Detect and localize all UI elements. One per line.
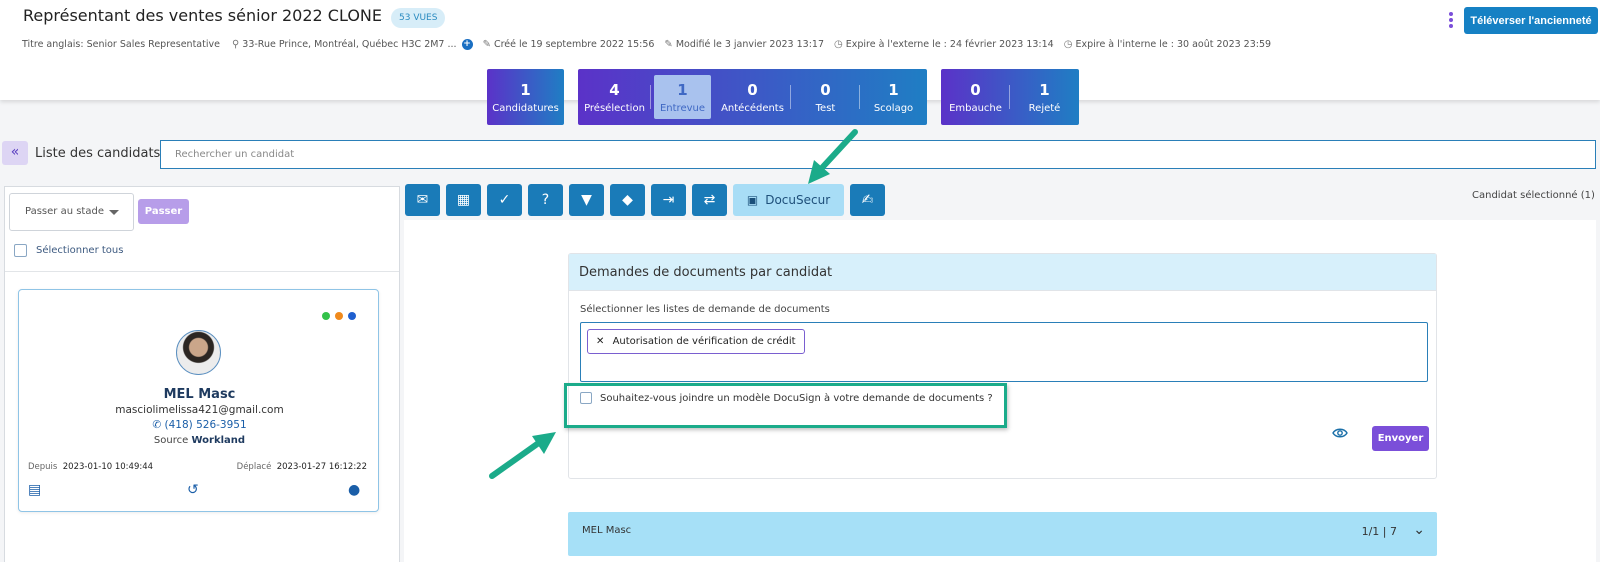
candidate-accordion-bar[interactable]: MEL Masc 1/1 | 7 ⌄ — [568, 512, 1437, 556]
candidate-card[interactable]: MEL Masc masciolimelissa421@gmail.com ✆ … — [18, 289, 379, 512]
envelope-icon[interactable]: ✉ — [405, 184, 440, 216]
send-button[interactable]: Envoyer — [1372, 426, 1429, 451]
eye-icon[interactable] — [1332, 425, 1348, 441]
stage-rejete[interactable]: 1 Rejeté — [1010, 69, 1079, 125]
candidate-phone[interactable]: ✆ (418) 526-3951 — [19, 419, 380, 431]
sign-out-icon[interactable]: ⇥ — [651, 184, 686, 216]
candidate-since: Depuis 2023-01-10 10:49:44 — [28, 462, 154, 472]
pencil-icon: ✎ — [482, 39, 491, 50]
annotation-arrow-icon — [489, 432, 556, 479]
docusecur-button[interactable]: ▣ DocuSecur — [733, 184, 844, 216]
thumbs-down-icon[interactable]: ▼ — [569, 184, 604, 216]
pipeline-group-process: 4 Présélection 1 Entrevue 0 Antécédents … — [578, 69, 927, 125]
stage-embauche[interactable]: 0 Embauche — [941, 69, 1010, 125]
stage-select-dropdown[interactable]: Passer au stade — [9, 193, 134, 231]
selected-document-tag[interactable]: ✕ Autorisation de vérification de crédit — [587, 329, 805, 354]
clipboard-check-icon[interactable]: ✓ — [487, 184, 522, 216]
annotation-highlight-box — [564, 383, 1007, 428]
external-expiry: Expire à l'externe le : 24 février 2023 … — [845, 39, 1054, 50]
status-dot-green — [322, 312, 330, 320]
select-all-checkbox[interactable] — [14, 244, 27, 257]
candidate-list-panel: Passer au stade Passer Sélectionner tous… — [4, 186, 400, 562]
stage-test[interactable]: 0 Test — [791, 69, 860, 125]
candidate-search-input[interactable] — [160, 140, 1596, 169]
document-list-label: Sélectionner les listes de demande de do… — [580, 304, 830, 315]
status-dot-blue — [348, 312, 356, 320]
candidate-moved: Déplacé 2023-01-27 16:12:22 — [236, 462, 367, 472]
stage-scolago[interactable]: 1 Scolago — [860, 69, 927, 125]
panel-title: Demandes de documents par candidat — [569, 254, 1436, 291]
clock-icon: ◷ — [1063, 39, 1073, 50]
collapse-list-button[interactable]: « — [2, 141, 28, 165]
job-address: 33-Rue Prince, Montréal, Québec H3C 2M7 … — [242, 39, 457, 50]
views-badge: 53 VUES — [391, 8, 446, 28]
status-dots — [322, 312, 361, 320]
remove-tag-icon[interactable]: ✕ — [596, 336, 604, 347]
candidate-list-title: Liste des candidats — [35, 146, 161, 161]
pipeline-group-applications: 1 Candidatures — [487, 69, 564, 125]
candidate-source: Source Workland — [153, 435, 246, 446]
created-date: Créé le 19 septembre 2022 15:56 — [493, 39, 655, 50]
candidate-name[interactable]: MEL Masc — [19, 387, 380, 402]
accordion-candidate-name: MEL Masc — [582, 525, 632, 536]
select-all-row[interactable]: Sélectionner tous — [14, 244, 123, 257]
upload-seniority-button[interactable]: Téléverser l'ancienneté — [1464, 7, 1598, 34]
status-dot-orange — [335, 312, 343, 320]
stage-entrevue[interactable]: 1 Entrevue — [654, 75, 711, 119]
stage-candidatures[interactable]: 1 Candidatures — [487, 69, 564, 125]
avatar — [176, 330, 221, 375]
map-marker-icon: ⚲ — [231, 39, 240, 50]
comments-icon[interactable]: ● — [348, 482, 360, 498]
caret-down-icon — [109, 210, 119, 215]
add-address-icon[interactable]: + — [461, 39, 473, 50]
stage-antecedents[interactable]: 0 Antécédents — [714, 69, 791, 125]
annotation-arrow-icon — [808, 129, 858, 184]
accordion-counter: 1/1 | 7 — [1361, 525, 1397, 538]
candidate-email: masciolimelissa421@gmail.com — [115, 404, 284, 416]
tag-icon[interactable]: ◆ — [610, 184, 645, 216]
phone-icon: ✆ — [152, 419, 162, 431]
document-requests-panel: Demandes de documents par candidat Sélec… — [568, 253, 1437, 479]
modified-date: Modifié le 3 janvier 2023 13:17 — [675, 39, 824, 50]
job-meta-row: Titre anglais: Senior Sales Representati… — [22, 39, 1271, 50]
selected-candidate-count: Candidat sélectionné (1) — [1472, 190, 1595, 201]
calendar-plus-icon[interactable]: ▦ — [446, 184, 481, 216]
job-title: Représentant des ventes sénior 2022 CLON… — [23, 6, 382, 25]
action-toolbar: ✉ ▦ ✓ ? ▼ ◆ ⇥ ⇄ ▣ DocuSecur ✍ — [405, 184, 891, 216]
pencil-icon: ✎ — [664, 39, 673, 50]
divider — [5, 271, 399, 272]
internal-expiry: Expire à l'interne le : 30 août 2023 23:… — [1075, 39, 1272, 50]
english-title: Titre anglais: Senior Sales Representati… — [22, 39, 220, 50]
pipeline-group-outcome: 0 Embauche 1 Rejeté — [941, 69, 1079, 125]
pass-button[interactable]: Passer — [138, 199, 189, 224]
stage-preselection[interactable]: 4 Présélection — [578, 69, 651, 125]
chevron-down-icon[interactable]: ⌄ — [1413, 522, 1425, 538]
history-icon[interactable]: ↺ — [187, 482, 199, 498]
document-icon[interactable]: ▤ — [28, 482, 41, 498]
signature-icon[interactable]: ✍ — [850, 184, 885, 216]
document-list-select[interactable]: ✕ Autorisation de vérification de crédit — [580, 322, 1428, 382]
docusecur-icon: ▣ — [746, 193, 759, 207]
clipboard-question-icon[interactable]: ? — [528, 184, 563, 216]
exchange-icon[interactable]: ⇄ — [692, 184, 727, 216]
more-options-icon[interactable] — [1449, 12, 1453, 30]
clock-icon: ◷ — [834, 39, 843, 50]
